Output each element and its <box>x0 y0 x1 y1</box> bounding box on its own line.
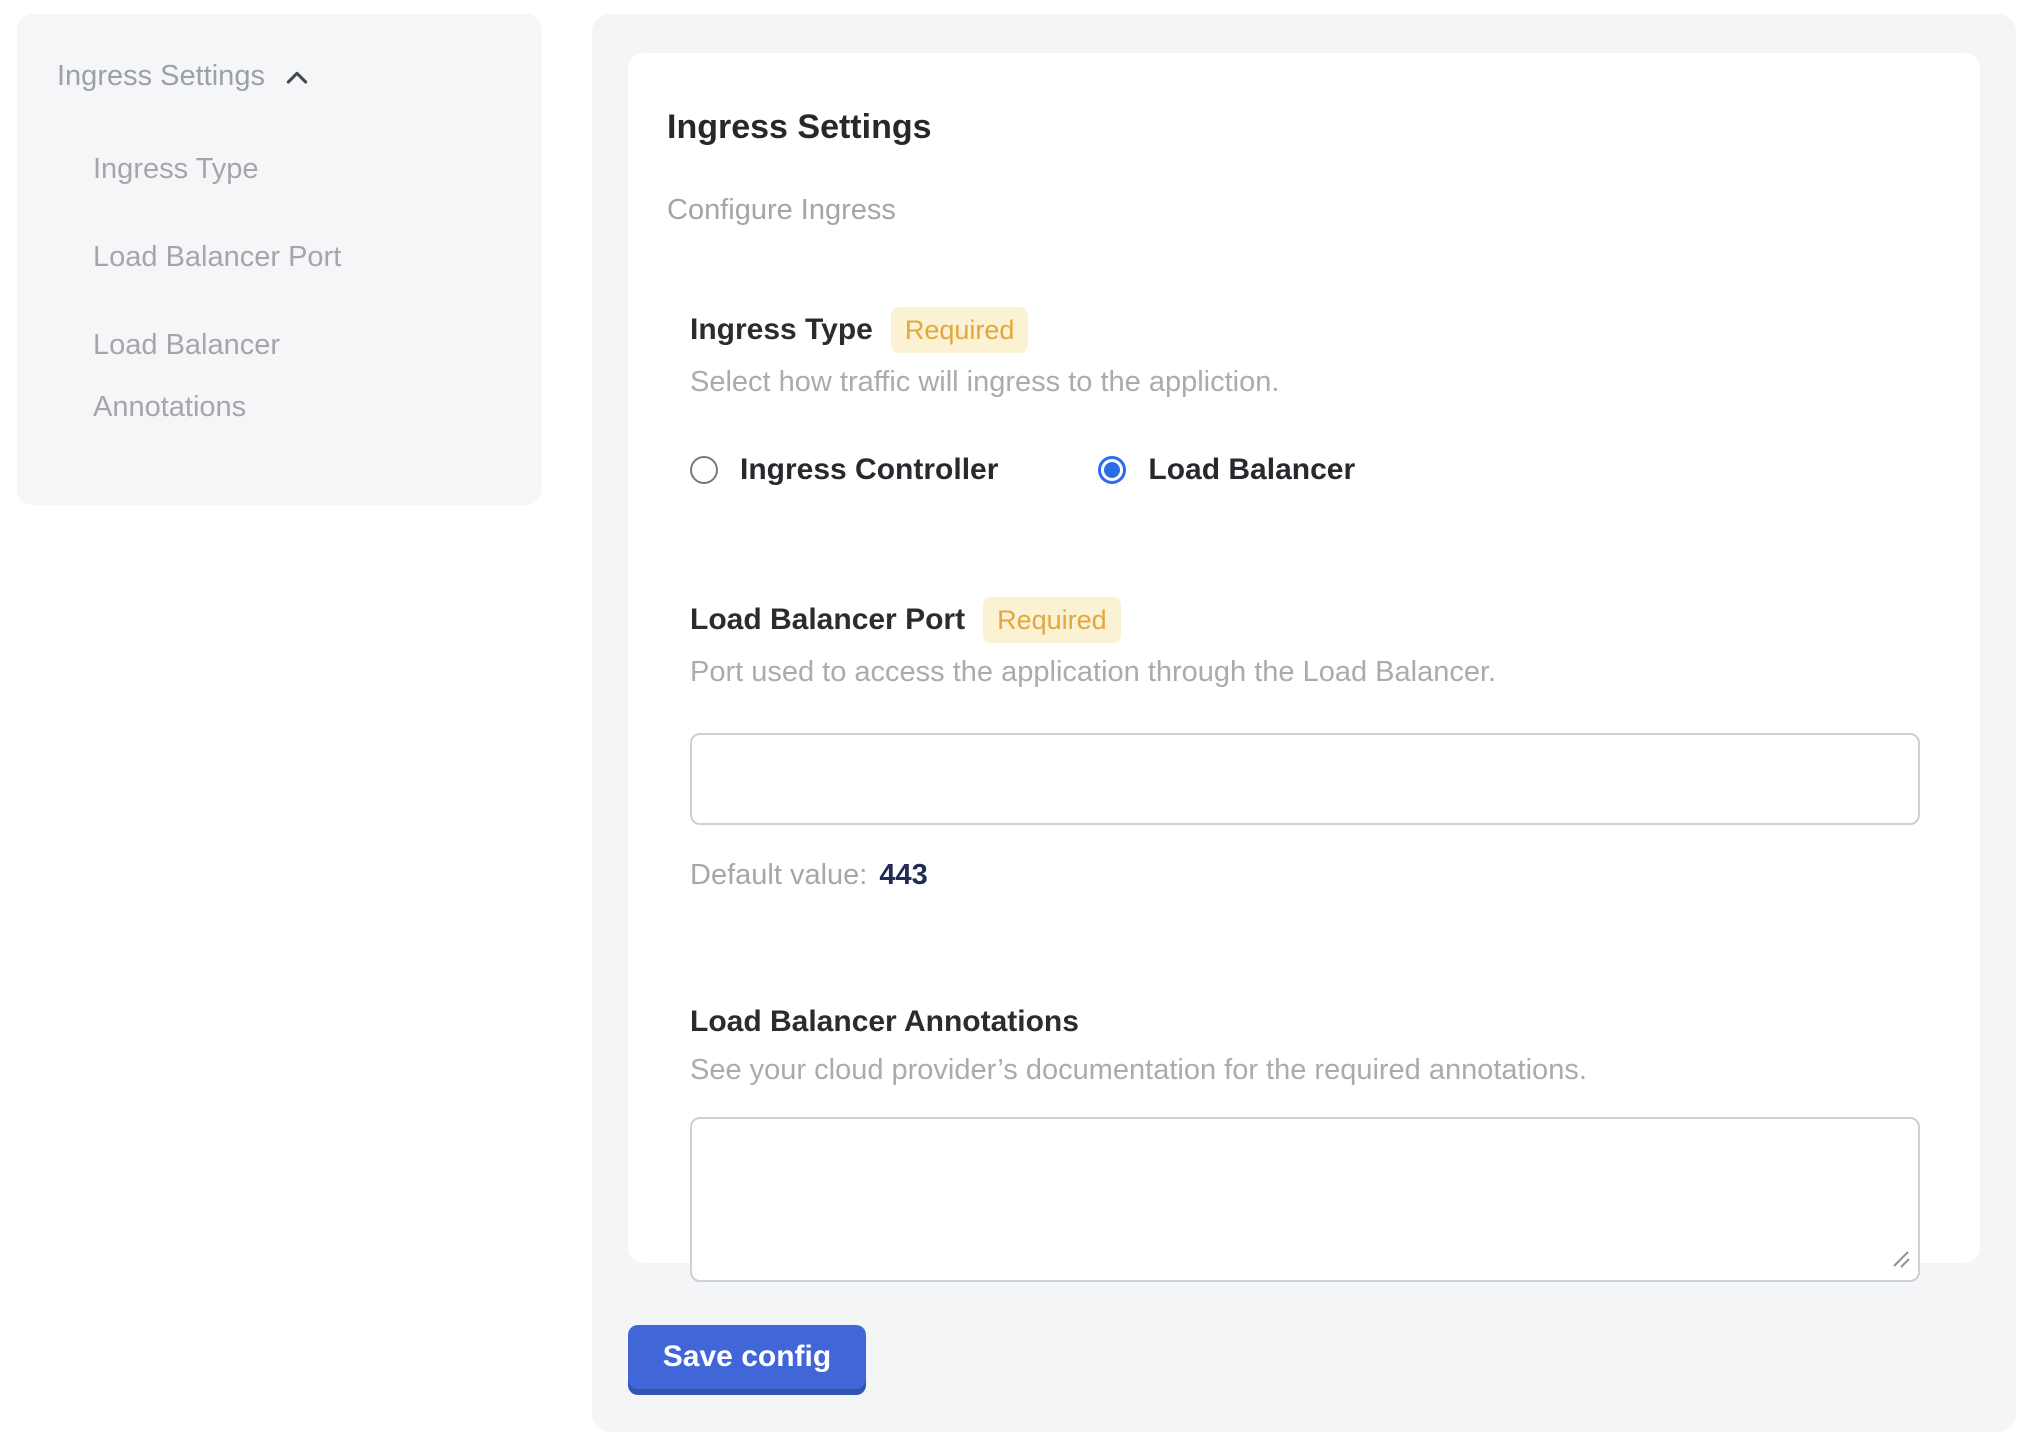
sidebar-item-load-balancer-port[interactable]: Load Balancer Port <box>93 226 423 288</box>
field-description: Port used to access the application thro… <box>690 653 1920 691</box>
sidebar-item-ingress-type[interactable]: Ingress Type <box>93 138 423 200</box>
field-load-balancer-port: Load Balancer Port Required Port used to… <box>690 597 1920 893</box>
radio-option-load-balancer[interactable]: Load Balancer <box>1098 453 1355 487</box>
required-badge: Required <box>983 597 1121 643</box>
radio-unselected-icon <box>690 456 718 484</box>
radio-option-label: Load Balancer <box>1148 453 1355 487</box>
sidebar-item-load-balancer-annotations[interactable]: Load Balancer Annotations <box>93 314 423 438</box>
sidebar-section-label: Ingress Settings <box>57 58 265 94</box>
save-config-button[interactable]: Save config <box>628 1325 866 1389</box>
annotations-textarea-wrap <box>690 1117 1920 1282</box>
load-balancer-port-input[interactable] <box>690 733 1920 825</box>
default-value-line: Default value: 443 <box>690 857 1920 893</box>
radio-option-label: Ingress Controller <box>740 453 998 487</box>
default-value-label: Default value: <box>690 859 867 891</box>
chevron-up-icon <box>281 62 313 94</box>
ingress-type-radio-group: Ingress Controller Load Balancer <box>690 453 1920 487</box>
field-label: Load Balancer Annotations <box>690 1003 1079 1041</box>
load-balancer-annotations-textarea[interactable] <box>690 1117 1920 1282</box>
settings-panel: Ingress Settings Configure Ingress Ingre… <box>592 14 2016 1432</box>
field-description: Select how traffic will ingress to the a… <box>690 363 1920 401</box>
settings-nav-sidebar: Ingress Settings Ingress Type Load Balan… <box>17 14 542 505</box>
radio-selected-icon <box>1098 456 1126 484</box>
field-ingress-type: Ingress Type Required Select how traffic… <box>690 307 1920 487</box>
radio-option-ingress-controller[interactable]: Ingress Controller <box>690 453 998 487</box>
field-description: See your cloud provider’s documentation … <box>690 1051 1920 1089</box>
field-ingress-type-header: Ingress Type Required <box>690 307 1920 353</box>
field-load-balancer-annotations-header: Load Balancer Annotations <box>690 1003 1920 1041</box>
default-value-number: 443 <box>879 859 927 891</box>
form-fields: Ingress Type Required Select how traffic… <box>690 307 1920 1282</box>
ingress-settings-card: Ingress Settings Configure Ingress Ingre… <box>628 53 1980 1263</box>
required-badge: Required <box>891 307 1029 353</box>
sidebar-section-toggle[interactable]: Ingress Settings <box>57 58 502 94</box>
field-label: Load Balancer Port <box>690 601 965 639</box>
field-load-balancer-port-header: Load Balancer Port Required <box>690 597 1920 643</box>
sidebar-item-list: Ingress Type Load Balancer Port Load Bal… <box>57 138 502 438</box>
field-label: Ingress Type <box>690 311 873 349</box>
field-load-balancer-annotations: Load Balancer Annotations See your cloud… <box>690 1003 1920 1282</box>
page-title: Ingress Settings <box>667 107 1920 147</box>
page-subtitle: Configure Ingress <box>667 193 1920 227</box>
